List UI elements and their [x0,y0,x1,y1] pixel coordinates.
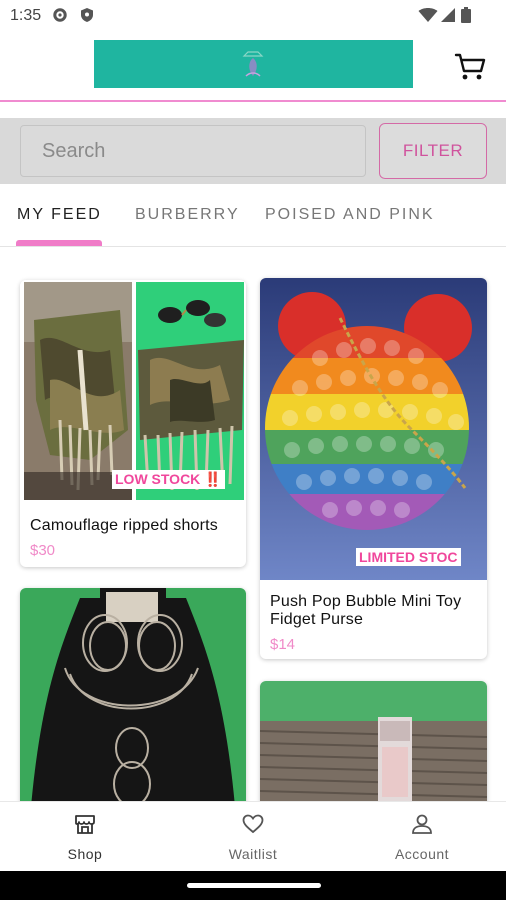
active-tab-indicator [16,240,102,246]
account-icon [412,814,432,834]
product-price: $14 [270,636,296,653]
shop-icon [75,815,95,834]
status-time: 1:35 [10,7,42,24]
wifi-icon [418,8,438,22]
shield-icon [81,8,93,22]
system-navigation-bar [0,871,506,900]
stock-badge: LIMITED STOC [356,548,461,566]
nav-waitlist-label: Waitlist [228,846,278,862]
app-screen: 1:35 Search FILTER MY FEED BURBERRY POIS… [0,0,506,900]
product-card[interactable] [260,681,487,801]
filter-button[interactable]: FILTER [379,123,487,179]
cart-icon [454,53,486,80]
nav-shop-label: Shop [67,846,103,862]
product-title: Camouflage ripped shorts [30,517,219,534]
nav-shop[interactable]: Shop [25,802,145,872]
nav-account-label: Account [394,846,450,862]
home-gesture-handle[interactable] [187,883,321,888]
pop-bubble-purse-photo [260,278,487,580]
gear-icon [53,8,67,22]
cart-button[interactable] [450,46,490,86]
status-bar: 1:35 [0,0,506,32]
product-image: LOW STOCK ‼️ [20,280,246,502]
search-bar: FILTER [0,118,506,184]
product-image: LIMITED STOC [260,278,487,580]
signal-icon [441,8,455,22]
tab-poised-and-pink[interactable]: POISED AND PINK [265,206,435,224]
product-card[interactable]: LIMITED STOC Push Pop Bubble Mini Toy Fi… [260,278,487,659]
heart-icon [242,814,264,834]
logo-icon [242,51,264,77]
product-title: Push Pop Bubble Mini Toy Fidget Purse [270,593,462,628]
product-card[interactable] [20,588,246,801]
jewelry-set-photo [20,588,246,801]
bottom-navigation: Shop Waitlist Account [0,801,506,872]
product-image [260,681,487,801]
search-box [20,125,366,177]
camouflage-shorts-photo [20,280,246,502]
app-header [0,32,506,102]
bracelet-photo [260,681,487,801]
nav-waitlist[interactable]: Waitlist [193,802,313,872]
product-card[interactable]: LOW STOCK ‼️ Camouflage ripped shorts $3… [20,280,246,567]
product-price: $30 [30,542,56,559]
tab-my-feed[interactable]: MY FEED [17,206,102,224]
battery-icon [461,7,471,23]
search-input[interactable] [21,126,365,176]
tab-burberry[interactable]: BURBERRY [135,206,240,224]
store-logo[interactable] [94,40,413,88]
product-image [20,588,246,801]
nav-account[interactable]: Account [362,802,482,872]
stock-badge: LOW STOCK ‼️ [112,470,225,489]
feed-tabs: MY FEED BURBERRY POISED AND PINK [0,184,506,247]
product-feed: LOW STOCK ‼️ Camouflage ripped shorts $3… [0,247,506,801]
